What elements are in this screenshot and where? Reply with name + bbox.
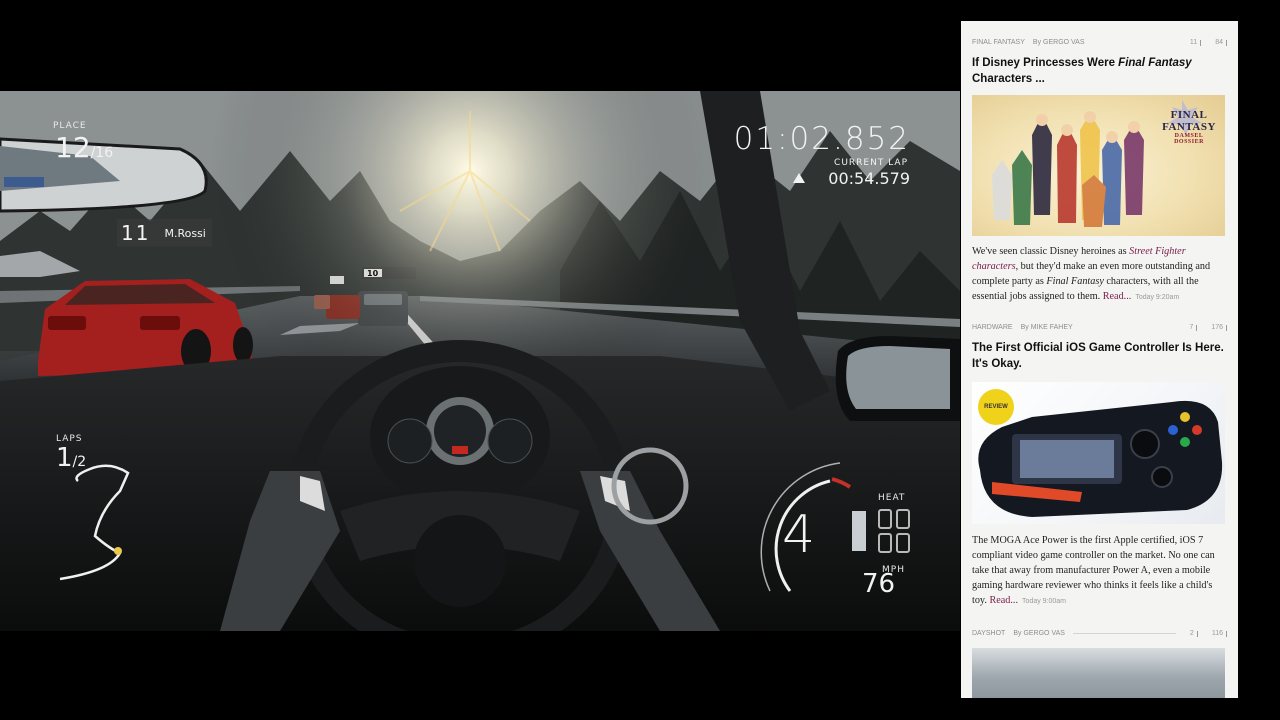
- article-image[interactable]: REVIEW: [972, 382, 1225, 524]
- title-text: Characters ...: [972, 73, 1045, 85]
- article-meta: FINAL FANTASY By GERGO VAS 11 84: [972, 39, 1227, 46]
- article-category[interactable]: DAYSHOT: [972, 630, 1005, 637]
- rival-name: M.Rossi: [164, 226, 206, 240]
- heat-label: HEAT: [878, 493, 906, 503]
- view-icon: [1226, 324, 1227, 331]
- current-lap-time: 00:54.579: [828, 169, 910, 188]
- article-title[interactable]: If Disney Princesses Were Final Fantasy …: [972, 55, 1226, 87]
- divider: [1072, 633, 1176, 634]
- article-meta: DAYSHOT By GERGO VAS 2 116: [972, 630, 1227, 637]
- heat-digit: [878, 533, 892, 553]
- speed-value: 76: [862, 569, 896, 599]
- view-count: 84: [1215, 39, 1223, 46]
- article-title[interactable]: The First Official iOS Game Controller I…: [972, 340, 1226, 372]
- logo-line-2: DAMSEL DOSSIER: [1174, 133, 1204, 145]
- title-emphasis: Final Fantasy: [1118, 57, 1192, 69]
- heat-digit: [896, 533, 910, 553]
- racing-scene: [0, 91, 960, 631]
- view-count: 116: [1211, 630, 1223, 637]
- article-author[interactable]: By GERGO VAS: [1033, 39, 1085, 46]
- review-badge: REVIEW: [978, 389, 1014, 425]
- laps-total: /2: [72, 454, 87, 470]
- article-timestamp: Today 9:00am: [1022, 598, 1067, 605]
- read-more-link[interactable]: Read...: [989, 595, 1018, 606]
- gear-indicator: 4: [782, 505, 816, 565]
- game-viewport[interactable]: PLACE 12/16 01:02.852 CURRENT LAP 00:54.…: [0, 91, 960, 631]
- view-count: 176: [1211, 324, 1223, 331]
- heat-digit: [896, 509, 910, 529]
- article-meta: HARDWARE By MIKE FAHEY 7 176: [972, 324, 1227, 331]
- article-image[interactable]: [972, 648, 1225, 698]
- view-icon: [1226, 39, 1227, 46]
- article-image[interactable]: FINAL FANTASY DAMSEL DOSSIER: [972, 95, 1225, 236]
- place-position: 12/16: [55, 131, 113, 164]
- summary-emphasis: Final Fantasy: [1046, 276, 1104, 287]
- article-summary: We've seen classic Disney heroines as St…: [972, 244, 1228, 305]
- current-lap-label: CURRENT LAP: [834, 158, 908, 168]
- news-panel[interactable]: FINAL FANTASY By GERGO VAS 11 84 If Disn…: [961, 21, 1238, 698]
- title-text: If Disney Princesses Were: [972, 57, 1119, 69]
- logo-line-1: FINAL FANTASY: [1162, 109, 1216, 133]
- comment-count: 7: [1189, 324, 1194, 331]
- rival-position: 11: [121, 221, 151, 245]
- comment-icon: [1196, 630, 1198, 637]
- place-total: /16: [90, 145, 114, 161]
- heat-digit: [878, 509, 892, 529]
- track-sign: 10: [367, 269, 379, 278]
- rival-tag: 11 M.Rossi: [117, 219, 212, 247]
- article-category[interactable]: HARDWARE: [972, 324, 1013, 331]
- comment-count: 2: [1189, 630, 1194, 637]
- view-icon: [1226, 630, 1227, 637]
- summary-text: We've seen classic Disney heroines as: [972, 246, 1130, 257]
- article-timestamp: Today 9:20am: [1135, 294, 1180, 301]
- article-summary: The MOGA Ace Power is the first Apple ce…: [972, 533, 1228, 609]
- comment-icon: [1196, 324, 1198, 331]
- final-fantasy-logo: FINAL FANTASY DAMSEL DOSSIER: [1159, 109, 1219, 145]
- article-category[interactable]: FINAL FANTASY: [972, 39, 1025, 46]
- article-author[interactable]: By MIKE FAHEY: [1021, 324, 1073, 331]
- place-current: 12: [55, 131, 91, 164]
- laps-current: 1: [56, 443, 73, 473]
- comment-icon: [1200, 39, 1202, 46]
- warning-icon: [793, 173, 805, 183]
- article-author[interactable]: By GERGO VAS: [1013, 630, 1065, 637]
- comment-count: 11: [1189, 39, 1198, 46]
- laps-counter: 1/2: [56, 443, 86, 473]
- read-more-link[interactable]: Read...: [1103, 291, 1132, 302]
- lap-time: 01:02.852: [733, 121, 910, 157]
- place-label: PLACE: [53, 121, 87, 131]
